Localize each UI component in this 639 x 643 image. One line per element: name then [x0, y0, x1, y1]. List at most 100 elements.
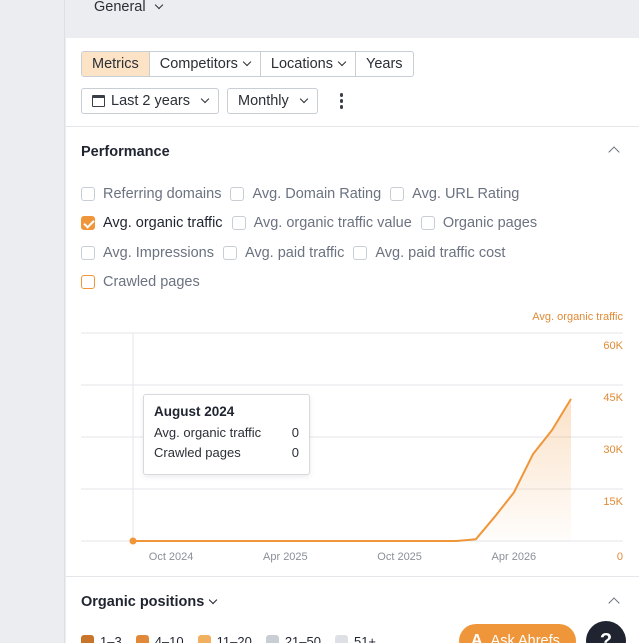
- legend-item[interactable]: 51+: [334, 634, 377, 643]
- legend-item[interactable]: 11–20: [197, 634, 252, 643]
- chevron-down-icon: [209, 595, 218, 605]
- checkbox-avg-domain-rating[interactable]: Avg. Domain Rating: [230, 186, 381, 202]
- tooltip-row: Avg. organic traffic 0: [154, 425, 299, 440]
- checkbox-label: Avg. organic traffic value: [253, 215, 412, 231]
- checkbox-avg-paid-traffic-cost[interactable]: Avg. paid traffic cost: [353, 245, 505, 261]
- checkbox-box[interactable]: [81, 275, 95, 289]
- legend-swatch: [81, 635, 94, 643]
- ahrefs-logo-icon: A: [471, 632, 483, 643]
- tooltip-label: Crawled pages: [154, 445, 241, 460]
- checkbox-crawled-pages[interactable]: Crawled pages: [81, 274, 200, 290]
- tab-label: Competitors: [159, 56, 238, 72]
- view-tabs: Metrics Competitors Locations Years: [81, 51, 414, 77]
- x-tick-label: Oct 2025: [377, 551, 422, 563]
- chevron-down-icon: [299, 94, 309, 104]
- y-tick-label: 0: [617, 551, 623, 563]
- general-label: General: [94, 0, 146, 15]
- left-sidebar: [0, 0, 65, 643]
- metric-row: Avg. Impressions Avg. paid traffic Avg. …: [81, 245, 514, 261]
- checkbox-box[interactable]: [353, 246, 368, 260]
- checkbox-box[interactable]: [231, 216, 246, 230]
- data-point: [129, 537, 137, 545]
- top-strip: General: [66, 0, 639, 38]
- help-label: ?: [599, 629, 613, 643]
- checkbox-avg-impressions[interactable]: Avg. Impressions: [81, 245, 214, 261]
- legend-item[interactable]: 21–50: [265, 634, 321, 643]
- legend-swatch: [135, 635, 149, 643]
- checkbox-label: Referring domains: [103, 186, 222, 202]
- divider: [66, 576, 639, 577]
- checkbox-label: Crawled pages: [103, 274, 200, 290]
- collapse-icon[interactable]: [608, 597, 620, 609]
- organic-positions-dropdown[interactable]: Organic positions: [81, 594, 218, 610]
- date-range-dropdown[interactable]: Last 2 years: [81, 88, 219, 114]
- checkbox-box[interactable]: [81, 246, 95, 260]
- organic-positions-title: Organic positions: [81, 594, 205, 610]
- legend-label: 11–20: [216, 634, 252, 643]
- legend-swatch: [265, 635, 279, 643]
- legend-swatch: [334, 635, 348, 643]
- checkbox-box[interactable]: [81, 187, 95, 201]
- checkbox-avg-organic-traffic[interactable]: Avg. organic traffic: [81, 215, 223, 231]
- legend-swatch: [197, 635, 211, 643]
- checkbox-box[interactable]: [222, 246, 237, 260]
- legend-label: 21–50: [284, 634, 321, 643]
- ask-label: Ask Ahrefs: [490, 633, 560, 643]
- chart-controls: Last 2 years Monthly: [81, 88, 344, 114]
- more-options-icon[interactable]: [339, 93, 344, 109]
- tab-label: Metrics: [92, 56, 139, 72]
- metric-row: Avg. organic traffic Avg. organic traffi…: [81, 215, 546, 231]
- tab-years[interactable]: Years: [356, 52, 413, 76]
- divider: [66, 126, 639, 127]
- checkbox-organic-pages[interactable]: Organic pages: [420, 215, 538, 231]
- interval-label: Monthly: [238, 93, 289, 109]
- chevron-down-icon: [337, 57, 347, 67]
- date-range-label: Last 2 years: [111, 93, 190, 109]
- chart-tooltip: August 2024 Avg. organic traffic 0 Crawle…: [143, 394, 310, 475]
- checkbox-box[interactable]: [390, 187, 405, 201]
- legend-label: 51+: [353, 634, 377, 643]
- tab-metrics[interactable]: Metrics: [82, 52, 150, 76]
- checkbox-referring-domains[interactable]: Referring domains: [81, 186, 221, 202]
- legend-label: 1–3: [100, 634, 122, 643]
- checkbox-avg-url-rating[interactable]: Avg. URL Rating: [390, 186, 519, 202]
- checkbox-avg-organic-traffic-value[interactable]: Avg. organic traffic value: [231, 215, 412, 231]
- checkbox-box[interactable]: [81, 216, 95, 230]
- checkbox-avg-paid-traffic[interactable]: Avg. paid traffic: [222, 245, 345, 261]
- checkbox-label: Avg. organic traffic: [103, 215, 223, 231]
- checkbox-label: Organic pages: [442, 215, 538, 231]
- checkbox-label: Avg. URL Rating: [412, 186, 520, 202]
- y-tick-label: 15K: [603, 496, 623, 508]
- collapse-icon[interactable]: [608, 146, 620, 158]
- tab-label: Locations: [270, 56, 333, 72]
- metric-row: Referring domains Avg. Domain Rating Avg…: [81, 186, 528, 202]
- chevron-down-icon: [242, 57, 252, 67]
- legend-item[interactable]: 4–10: [135, 634, 184, 643]
- tab-locations[interactable]: Locations: [261, 52, 356, 76]
- checkbox-label: Avg. Domain Rating: [252, 186, 382, 202]
- positions-legend: 1–3 4–10 11–20 21–50 51+: [81, 634, 376, 643]
- y-axis-title: Avg. organic traffic: [532, 311, 623, 323]
- checkbox-label: Avg. Impressions: [103, 245, 214, 261]
- tooltip-title: August 2024: [154, 404, 235, 419]
- interval-dropdown[interactable]: Monthly: [227, 88, 318, 114]
- general-dropdown[interactable]: General: [94, 0, 163, 15]
- checkbox-label: Avg. paid traffic cost: [375, 245, 506, 261]
- metric-row: Crawled pages: [81, 274, 209, 290]
- y-tick-label: 30K: [603, 444, 623, 456]
- legend-label: 4–10: [154, 634, 184, 643]
- tab-competitors[interactable]: Competitors: [150, 52, 261, 76]
- checkbox-box[interactable]: [230, 187, 245, 201]
- x-tick-label: Apr 2025: [263, 551, 308, 563]
- checkbox-label: Avg. paid traffic: [244, 245, 345, 261]
- ask-ahrefs-button[interactable]: A Ask Ahrefs: [459, 624, 576, 643]
- y-tick-label: 45K: [603, 392, 623, 404]
- x-tick-label: Oct 2024: [149, 551, 194, 563]
- y-tick-label: 60K: [603, 340, 623, 352]
- checkbox-box[interactable]: [420, 216, 435, 230]
- legend-item[interactable]: 1–3: [81, 634, 122, 643]
- help-button[interactable]: ?: [586, 621, 626, 643]
- main-panel: Metrics Competitors Locations Years Last…: [66, 38, 639, 643]
- performance-title: Performance: [81, 144, 170, 160]
- tooltip-value: 0: [291, 445, 299, 460]
